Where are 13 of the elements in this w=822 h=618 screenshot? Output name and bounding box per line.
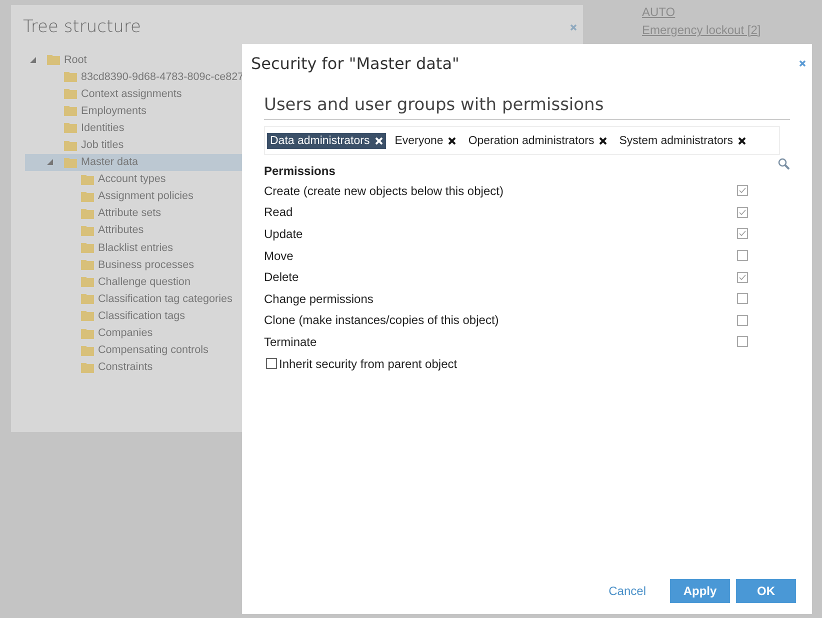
- permission-label: Terminate: [264, 334, 317, 349]
- permission-label: Clone (make instances/copies of this object): [264, 313, 499, 328]
- permission-label: Change permissions: [264, 292, 374, 306]
- dialog-title: Security for "Master data": [251, 54, 460, 73]
- panel-title: Tree structure: [23, 17, 141, 37]
- permission-label: Create (create new objects below this object): [264, 184, 504, 198]
- permission-label: Update: [264, 226, 303, 241]
- permission-label: Delete: [264, 270, 299, 284]
- section-heading: Users and user groups with permissions: [264, 95, 790, 120]
- checkbox-label: Inherit security from parent object: [279, 356, 458, 371]
- permission-label: Move: [264, 248, 294, 263]
- permissions-heading: Permissions: [264, 164, 336, 178]
- permission-label: Read: [264, 205, 293, 220]
